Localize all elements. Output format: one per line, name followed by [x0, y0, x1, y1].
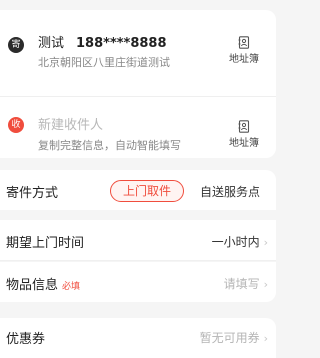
sender-badge: 寄: [8, 37, 24, 53]
option-self-dropoff[interactable]: 自送服务点: [200, 183, 260, 200]
pickup-time-value-wrap: 一小时内 ›: [212, 233, 268, 250]
address-book-icon: [238, 120, 250, 133]
sender-address-book-label: 地址簿: [229, 54, 259, 65]
goods-info-label: 物品信息: [6, 278, 59, 293]
goods-info-row[interactable]: 物品信息 必填 请填写 ›: [0, 262, 276, 302]
receiver-address-book-label: 地址簿: [229, 138, 259, 149]
address-card: 寄 测试 188****8888 北京朝阳区八里庄街道测试 地址簿 收 新建收件人…: [0, 10, 276, 158]
coupon-value-wrap: 暂无可用券 ›: [200, 329, 268, 346]
goods-info-label-wrap: 物品信息 必填: [6, 274, 80, 293]
receiver-badge: 收: [8, 117, 24, 133]
sender-phone: 188****8888: [76, 36, 167, 51]
shipping-method-row: 寄件方式 上门取件 自送服务点: [0, 170, 276, 210]
sender-name: 测试: [38, 36, 65, 51]
goods-info-value-wrap: 请填写 ›: [224, 275, 268, 292]
coupon-value: 暂无可用券: [199, 331, 260, 345]
pickup-time-value: 一小时内: [211, 235, 260, 249]
pickup-time-row[interactable]: 期望上门时间 一小时内 ›: [0, 220, 276, 260]
receiver-address-book-button[interactable]: 地址簿: [224, 120, 264, 149]
required-tag: 必填: [62, 282, 81, 292]
sender-name-phone: 测试 188****8888: [38, 32, 167, 51]
chevron-right-icon: ›: [263, 236, 268, 249]
chevron-right-icon: ›: [263, 278, 268, 291]
address-book-icon: [238, 36, 250, 49]
receiver-placeholder: 新建收件人: [38, 118, 104, 133]
pickup-time-label: 期望上门时间: [6, 236, 85, 251]
coupon-row[interactable]: 优惠券 暂无可用券 ›: [0, 318, 276, 358]
sender-address-row[interactable]: 寄 测试 188****8888 北京朝阳区八里庄街道测试 地址簿: [0, 10, 276, 84]
sender-address-book-button[interactable]: 地址簿: [224, 36, 264, 65]
coupon-label: 优惠券: [6, 332, 46, 347]
row-divider: [0, 260, 276, 261]
sender-address: 北京朝阳区八里庄街道测试: [38, 56, 170, 69]
receiver-address-row[interactable]: 收 新建收件人 复制完整信息，自动智能填写 地址簿: [0, 84, 276, 158]
receiver-hint: 复制完整信息，自动智能填写: [38, 139, 181, 152]
shipping-method-label: 寄件方式: [6, 186, 59, 201]
chevron-right-icon: ›: [263, 332, 268, 345]
goods-info-value: 请填写: [223, 277, 260, 291]
option-door-pickup[interactable]: 上门取件: [110, 180, 184, 202]
